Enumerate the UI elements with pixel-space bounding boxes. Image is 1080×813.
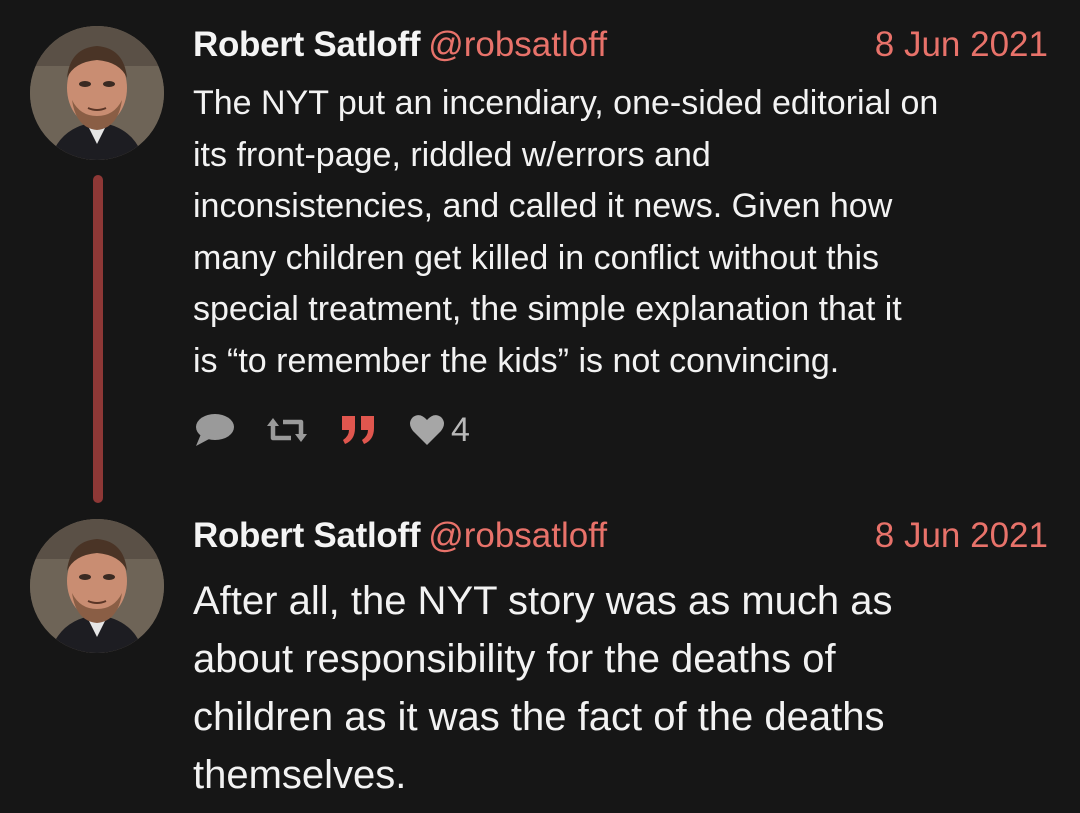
quote-button[interactable] bbox=[339, 412, 379, 448]
avatar-portrait bbox=[30, 26, 164, 160]
thread-connector-line bbox=[93, 175, 103, 503]
retweet-icon bbox=[267, 418, 307, 442]
heart-icon bbox=[410, 415, 444, 445]
tweet-text: The NYT put an incendiary, one-sided edi… bbox=[193, 84, 939, 380]
like-count: 4 bbox=[451, 411, 470, 449]
like-button[interactable]: 4 bbox=[409, 410, 470, 450]
retweet-button[interactable] bbox=[265, 412, 309, 448]
tweet-date[interactable]: 8 Jun 2021 bbox=[875, 25, 1048, 65]
avatar-portrait bbox=[30, 519, 164, 653]
author-handle[interactable]: @robsatloff bbox=[428, 25, 607, 64]
tweet[interactable]: Robert Satloff @robsatloff 8 Jun 2021 The… bbox=[0, 0, 1080, 503]
tweet-date[interactable]: 8 Jun 2021 bbox=[875, 516, 1048, 556]
author-handle[interactable]: @robsatloff bbox=[428, 516, 607, 555]
avatar[interactable] bbox=[30, 519, 164, 653]
quote-icon bbox=[342, 416, 374, 444]
speech-bubble-icon bbox=[196, 414, 234, 446]
tweet-header: Robert Satloff @robsatloff 8 Jun 2021 bbox=[193, 516, 1048, 556]
tweet-actions: 4 bbox=[193, 410, 500, 450]
reply-button[interactable] bbox=[193, 412, 235, 448]
avatar[interactable] bbox=[30, 26, 164, 160]
author-name[interactable]: Robert Satloff bbox=[193, 516, 420, 555]
tweet-header: Robert Satloff @robsatloff 8 Jun 2021 bbox=[193, 25, 1048, 65]
tweet[interactable]: Robert Satloff @robsatloff 8 Jun 2021 Aft… bbox=[0, 500, 1080, 813]
tweet-text: After all, the NYT story was as much as … bbox=[193, 579, 893, 797]
author-name[interactable]: Robert Satloff bbox=[193, 25, 420, 64]
